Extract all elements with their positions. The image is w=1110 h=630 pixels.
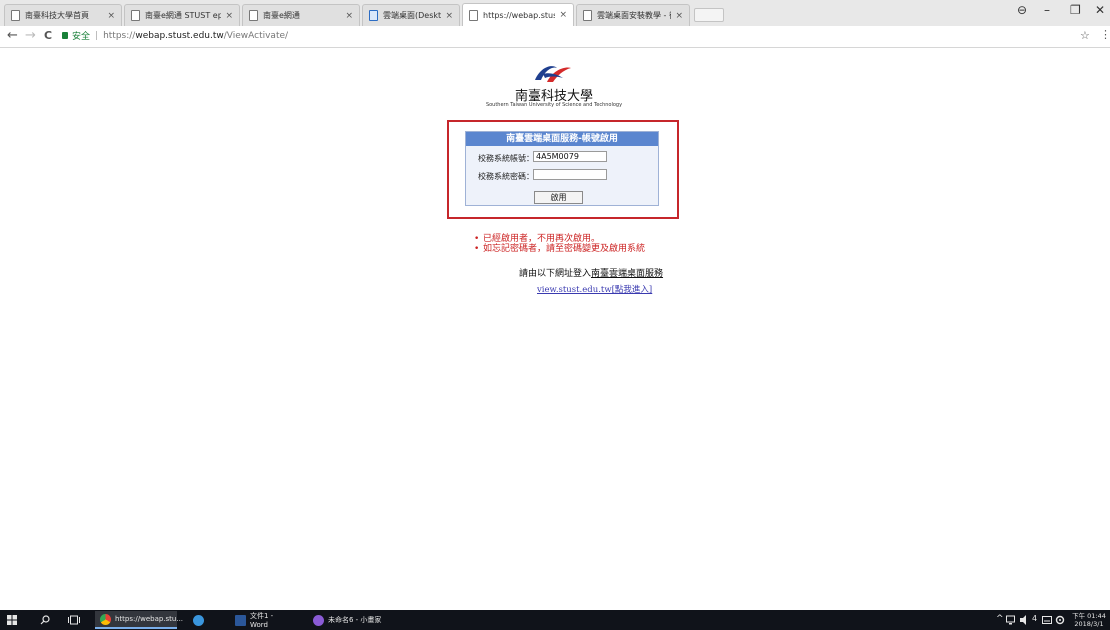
service-link-line: 請由以下網址登入南臺雲端桌面服務 bbox=[519, 266, 663, 279]
minimize-button[interactable]: – bbox=[1044, 3, 1050, 17]
taskbar-app-paint[interactable]: 未命名6 - 小畫家 bbox=[308, 611, 388, 629]
link-prefix: 請由以下網址登入 bbox=[519, 269, 592, 279]
close-icon[interactable]: × bbox=[675, 11, 683, 21]
close-icon[interactable]: × bbox=[559, 10, 567, 20]
browser-tab[interactable]: 雲端桌面(Desktop) - 南 × bbox=[362, 4, 460, 26]
close-icon[interactable]: × bbox=[345, 11, 353, 21]
clock-time: 下午 01:44 bbox=[1072, 612, 1106, 620]
notes-list: 已經啟用者，不用再次啟用。 如忘記密碼者，請至密碼變更及啟用系統 bbox=[474, 234, 645, 254]
maximize-button[interactable]: ❐ bbox=[1070, 3, 1081, 17]
chevron-up-icon[interactable]: ^ bbox=[996, 614, 1004, 624]
secure-label: 安全 bbox=[72, 32, 91, 42]
page-icon bbox=[11, 10, 20, 21]
page-icon bbox=[131, 10, 140, 21]
browser-tab[interactable]: 南臺科技大學首頁 × bbox=[4, 4, 122, 26]
tab-title: 雲端桌面安裝教學 - 後台 bbox=[597, 11, 671, 20]
tab-title: 南臺科技大學首頁 bbox=[25, 11, 89, 20]
settings-icon[interactable] bbox=[1055, 615, 1065, 625]
university-name-en: Southern Taiwan University of Science an… bbox=[485, 102, 623, 108]
activate-button[interactable]: 啟用 bbox=[534, 191, 583, 204]
page-icon-blue bbox=[369, 10, 378, 21]
profile-icon[interactable]: ⊖ bbox=[1017, 3, 1027, 17]
tab-title: 雲端桌面(Desktop) - 南 bbox=[383, 11, 442, 20]
chrome-icon bbox=[100, 613, 111, 625]
back-button[interactable]: ← bbox=[7, 28, 18, 43]
bookmark-star-icon[interactable]: ☆ bbox=[1080, 29, 1090, 42]
taskbar-clock[interactable]: 下午 01:44 2018/3/1 bbox=[1071, 612, 1107, 628]
university-logo bbox=[535, 66, 571, 82]
browser-tab-active[interactable]: https://webap.stust.ed × bbox=[462, 3, 574, 26]
page-icon bbox=[469, 9, 478, 21]
clock-date: 2018/3/1 bbox=[1074, 620, 1104, 628]
address-separator: | bbox=[95, 30, 99, 41]
reload-button[interactable]: C bbox=[44, 29, 52, 42]
close-icon[interactable]: × bbox=[107, 11, 115, 21]
tab-title: 南臺e網通 bbox=[263, 11, 300, 20]
account-field[interactable] bbox=[533, 151, 607, 162]
url-path: /ViewActivate/ bbox=[223, 30, 289, 41]
address-bar[interactable]: 安全 | https:// webap.stust.edu.tw /ViewAc… bbox=[62, 29, 288, 42]
close-window-button[interactable]: ✕ bbox=[1095, 3, 1105, 17]
forward-button[interactable]: → bbox=[25, 28, 36, 43]
taskbar-app-label: https://webap.stu... bbox=[115, 615, 184, 623]
url-scheme: https:// bbox=[103, 30, 136, 41]
word-icon bbox=[235, 614, 246, 626]
lock-icon bbox=[62, 32, 68, 39]
form-title: 南臺雲端桌面服務-帳號啟用 bbox=[466, 132, 658, 146]
password-label: 校務系統密碼： bbox=[478, 172, 534, 181]
note-item: 已經啟用者，不用再次啟用。 bbox=[474, 234, 645, 244]
taskbar-app-label: 未命名6 - 小畫家 bbox=[328, 616, 382, 624]
taskbar-app-edge[interactable] bbox=[188, 611, 212, 629]
keyboard-icon[interactable] bbox=[1042, 615, 1052, 625]
browser-tab-strip: 南臺科技大學首頁 × 南臺e網通 STUST eporta × 南臺e網通 × … bbox=[0, 0, 1110, 26]
page-icon bbox=[249, 10, 258, 21]
view-link[interactable]: view.stust.edu.tw[點我進入] bbox=[537, 283, 652, 295]
edge-icon bbox=[193, 614, 204, 626]
search-icon[interactable] bbox=[40, 615, 50, 625]
account-label: 校務系統帳號： bbox=[478, 154, 534, 163]
tab-title: https://webap.stust.ed bbox=[483, 10, 555, 20]
note-item: 如忘記密碼者，請至密碼變更及啟用系統 bbox=[474, 244, 645, 254]
taskbar: https://webap.stu... 文件1 - Word 未命名6 - 小… bbox=[0, 610, 1110, 630]
taskbar-app-word[interactable]: 文件1 - Word bbox=[230, 611, 290, 629]
url-host: webap.stust.edu.tw bbox=[135, 30, 224, 41]
browser-tab[interactable]: 南臺e網通 × bbox=[242, 4, 360, 26]
network-icon[interactable] bbox=[1006, 615, 1017, 625]
new-tab-button[interactable] bbox=[694, 8, 724, 22]
service-link[interactable]: 南臺雲端桌面服務 bbox=[591, 269, 663, 279]
page-icon bbox=[583, 10, 592, 21]
browser-tab[interactable]: 雲端桌面安裝教學 - 後台 × bbox=[576, 4, 690, 26]
windows-start-icon[interactable] bbox=[7, 615, 17, 625]
taskbar-app-label: 文件1 - Word bbox=[250, 612, 274, 629]
task-view-icon[interactable] bbox=[68, 615, 80, 625]
menu-icon[interactable]: ⋮ bbox=[1100, 28, 1110, 41]
activation-form: 南臺雲端桌面服務-帳號啟用 校務系統帳號： 校務系統密碼： 啟用 bbox=[465, 131, 659, 206]
volume-icon[interactable] bbox=[1020, 615, 1030, 625]
close-icon[interactable]: × bbox=[225, 11, 233, 21]
password-field[interactable] bbox=[533, 169, 607, 180]
ime-indicator[interactable]: 4 bbox=[1032, 614, 1037, 623]
taskbar-app-chrome[interactable]: https://webap.stu... bbox=[95, 611, 183, 629]
tab-title: 南臺e網通 STUST eporta bbox=[145, 11, 221, 20]
close-icon[interactable]: × bbox=[445, 11, 453, 21]
browser-toolbar: ← → C 安全 | https:// webap.stust.edu.tw /… bbox=[0, 26, 1110, 48]
paint-icon bbox=[313, 614, 324, 626]
browser-tab[interactable]: 南臺e網通 STUST eporta × bbox=[124, 4, 240, 26]
